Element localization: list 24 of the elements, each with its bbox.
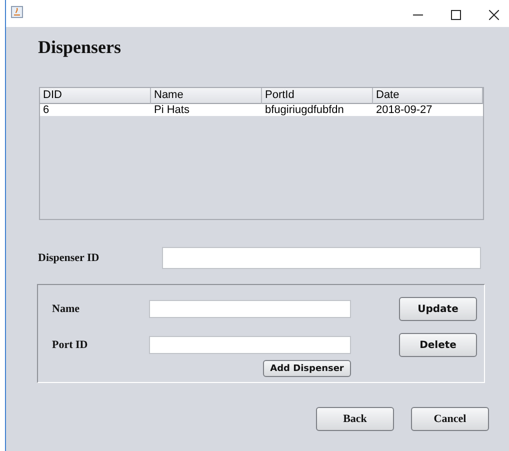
action-button[interactable]: Update	[399, 297, 477, 321]
field-label: Port ID	[52, 339, 89, 351]
app-icon	[11, 6, 23, 18]
table-cell-text: 6	[42, 104, 50, 116]
dispenser-id-label: Dispenser ID	[38, 252, 100, 264]
column-header[interactable]: Date	[373, 88, 483, 104]
table-cell-text: bfugiriugdfubfdn	[264, 104, 345, 116]
maximize-icon[interactable]	[451, 10, 461, 20]
column-header[interactable]: DID	[40, 88, 151, 104]
input-field[interactable]	[149, 300, 351, 318]
column-header[interactable]: Name	[151, 88, 262, 104]
dialog-button[interactable]: Cancel	[411, 407, 489, 431]
column-header[interactable]: PortId	[262, 88, 373, 104]
dispenser-id-field[interactable]	[162, 247, 481, 269]
action-button[interactable]: Delete	[399, 333, 477, 357]
page-heading: Dispensers	[38, 37, 122, 59]
field-label: Name	[52, 303, 80, 315]
input-field[interactable]	[149, 336, 351, 354]
close-icon[interactable]	[489, 10, 499, 20]
table-cell-text: Pi Hats	[153, 104, 190, 116]
dialog-button[interactable]: Back	[316, 407, 394, 431]
table-row[interactable]: 6 Pi Hats bfugiriugdfubfdn 2018-09-27	[40, 104, 483, 116]
add-dispenser-button[interactable]: Add Dispenser	[263, 360, 351, 377]
table-cell-text: 2018-09-27	[375, 104, 434, 116]
